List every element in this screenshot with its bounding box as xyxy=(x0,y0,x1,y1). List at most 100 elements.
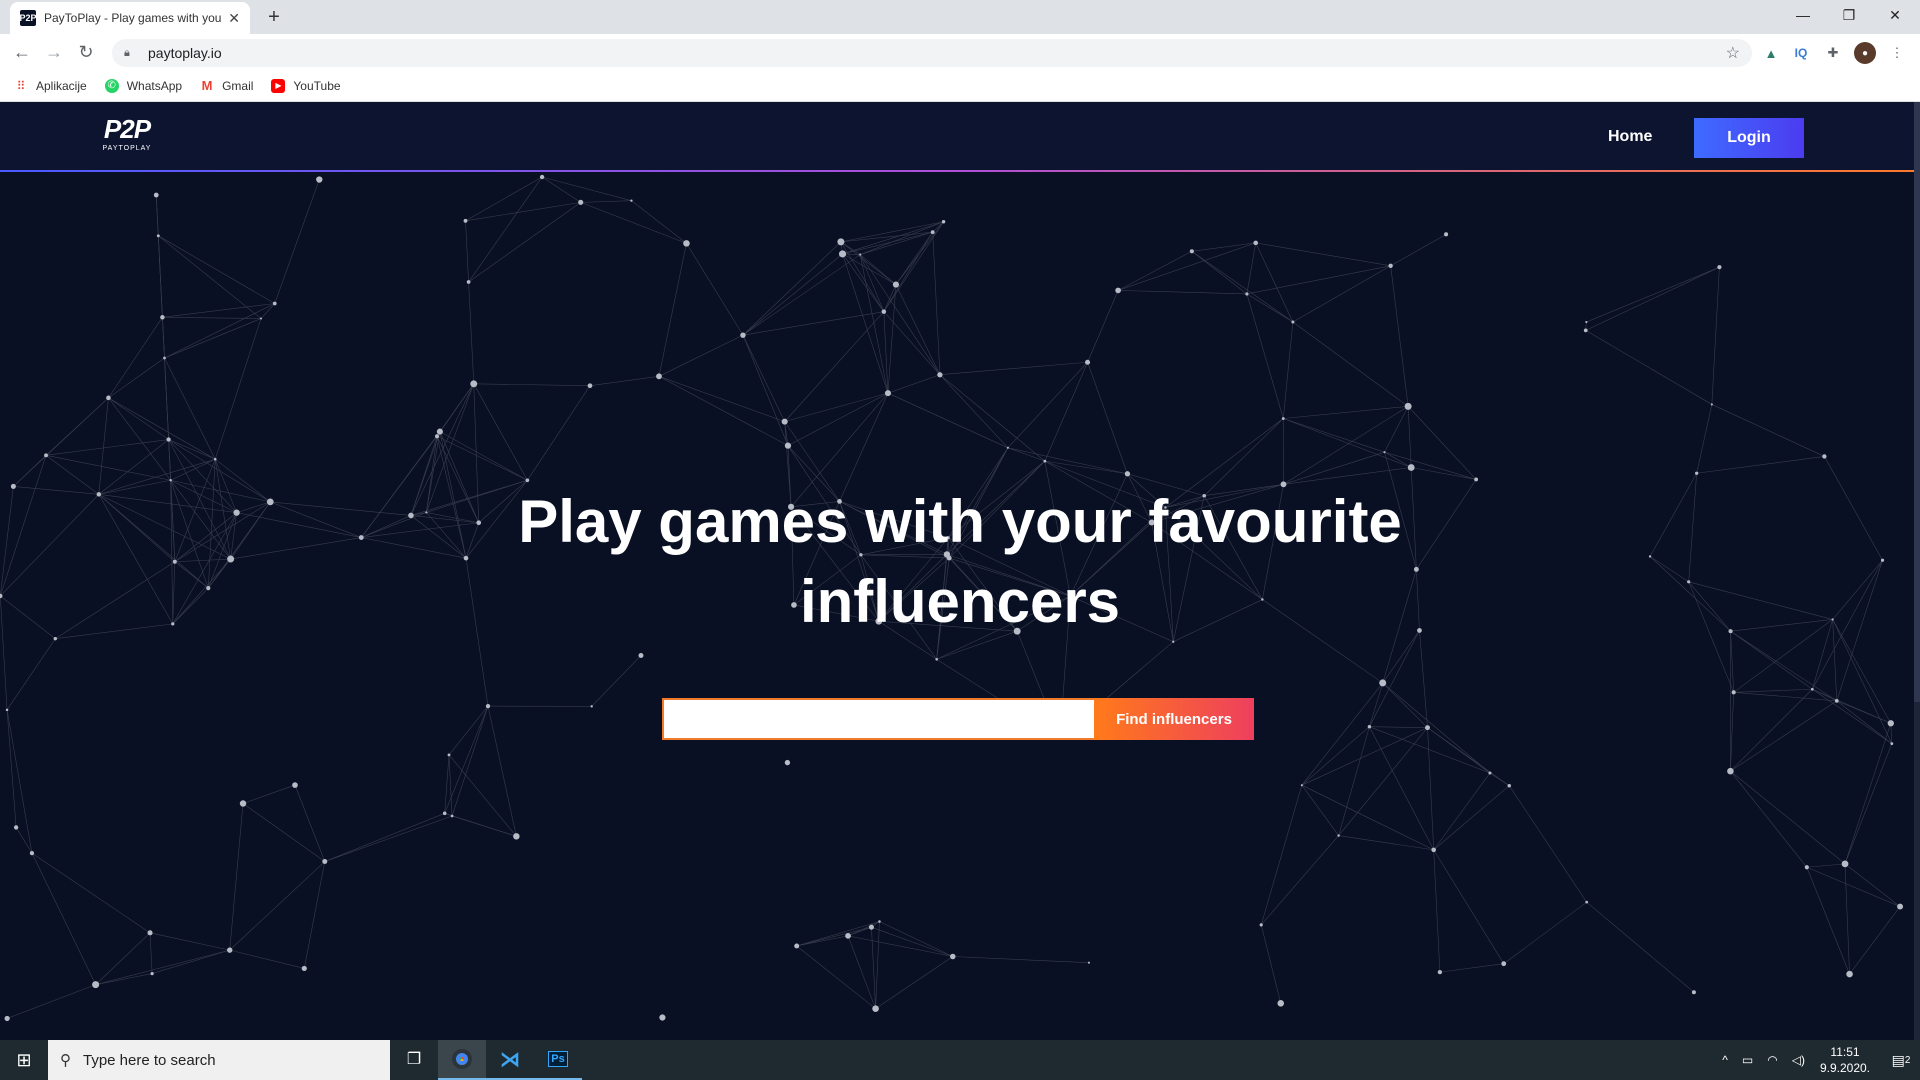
website-viewport: P2P PAYTOPLAY Home Login Play games with… xyxy=(0,102,1920,1040)
network-line xyxy=(31,852,96,985)
taskbar-search-box[interactable]: ⚲ Type here to search xyxy=(48,1040,390,1080)
network-line xyxy=(108,357,165,399)
network-node xyxy=(781,418,788,425)
bookmark-youtube[interactable]: ▶ YouTube xyxy=(271,78,341,93)
network-node xyxy=(794,943,800,949)
network-line xyxy=(260,303,275,319)
network-line xyxy=(1433,772,1491,851)
login-button[interactable]: Login xyxy=(1694,118,1804,158)
network-line xyxy=(468,281,475,384)
network-line xyxy=(1191,251,1294,323)
network-line xyxy=(932,232,941,375)
network-node xyxy=(450,814,454,818)
volume-icon[interactable]: ◁) xyxy=(1792,1053,1805,1067)
bookmark-apps[interactable]: ⠿ Aplikacije xyxy=(14,79,87,93)
network-node xyxy=(838,250,847,258)
tray-chevron-up-icon[interactable]: ^ xyxy=(1722,1053,1728,1067)
network-node xyxy=(1810,687,1814,691)
page-scrollbar[interactable] xyxy=(1914,102,1920,1040)
network-line xyxy=(1585,266,1720,331)
network-line xyxy=(164,318,262,359)
close-window-button[interactable]: ✕ xyxy=(1872,0,1918,30)
bookmark-gmail[interactable]: M Gmail xyxy=(200,78,254,93)
network-node xyxy=(1585,320,1588,324)
wifi-icon[interactable]: ◠ xyxy=(1767,1053,1777,1067)
extension-iq-icon[interactable]: IQ xyxy=(1790,42,1812,64)
star-bookmark-icon[interactable]: ☆ xyxy=(1726,43,1740,63)
back-arrow-icon[interactable]: ← xyxy=(10,40,34,64)
network-line xyxy=(1427,727,1491,774)
network-line xyxy=(1246,242,1257,295)
reload-icon[interactable]: ↻ xyxy=(74,40,98,64)
network-node xyxy=(837,238,845,246)
network-node xyxy=(881,309,887,314)
task-view-icon[interactable]: ❐ xyxy=(390,1040,438,1080)
network-node xyxy=(878,920,881,923)
logo-wordmark: PAYTOPLAY xyxy=(102,145,152,152)
logo-mark: P2P xyxy=(103,114,151,144)
network-line xyxy=(952,956,1089,964)
hero-section: Play games with your favourite influence… xyxy=(0,482,1920,642)
network-node xyxy=(1253,240,1259,246)
network-line xyxy=(1586,266,1720,323)
network-line xyxy=(1489,772,1510,786)
find-influencers-button[interactable]: Find influencers xyxy=(1094,698,1254,740)
bookmark-label: WhatsApp xyxy=(126,78,183,93)
network-line xyxy=(842,253,897,285)
nav-home-link[interactable]: Home xyxy=(1608,128,1652,146)
chrome-taskbar-icon[interactable] xyxy=(438,1040,486,1080)
network-node xyxy=(1474,477,1479,482)
new-tab-button[interactable]: + xyxy=(262,5,286,29)
scrollbar-thumb[interactable] xyxy=(1914,102,1920,702)
network-node xyxy=(1388,263,1393,268)
extension-triangle-icon[interactable]: ▲ xyxy=(1760,42,1782,64)
network-node xyxy=(1501,961,1507,967)
network-line xyxy=(840,241,885,312)
network-line xyxy=(1384,451,1477,480)
bookmark-whatsapp[interactable]: ✆ WhatsApp xyxy=(104,78,183,93)
network-line xyxy=(473,383,528,481)
restore-button[interactable]: ❐ xyxy=(1826,0,1872,30)
network-line xyxy=(1283,406,1409,485)
network-node xyxy=(1890,742,1894,746)
network-line xyxy=(1585,330,1712,405)
network-line xyxy=(1812,688,1892,744)
browser-menu-icon[interactable]: ⋮ xyxy=(1886,42,1908,64)
url-bar[interactable]: 🔒︎ paytoplay.io ☆ xyxy=(112,39,1752,67)
influencer-search-input[interactable] xyxy=(662,698,1094,740)
network-line xyxy=(1255,242,1391,267)
network-line xyxy=(1844,723,1892,864)
network-node xyxy=(485,703,491,709)
extensions-puzzle-icon[interactable]: ✚ xyxy=(1822,42,1844,64)
minimize-button[interactable]: — xyxy=(1780,0,1826,30)
network-line xyxy=(1696,456,1825,474)
paytoplay-logo[interactable]: P2P PAYTOPLAY xyxy=(96,114,158,164)
tab-close-icon[interactable]: ✕ xyxy=(228,10,240,27)
network-line xyxy=(847,921,880,937)
browser-tab-active[interactable]: P2P PayToPlay - Play games with your fav… xyxy=(10,2,250,34)
network-line xyxy=(6,709,17,828)
windows-start-icon[interactable]: ⊞ xyxy=(0,1040,48,1080)
network-line xyxy=(95,973,153,985)
network-line xyxy=(1382,682,1428,728)
network-node xyxy=(1189,249,1194,254)
network-line xyxy=(883,231,933,312)
network-node xyxy=(1337,834,1340,837)
network-line xyxy=(162,303,275,318)
url-text: paytoplay.io xyxy=(148,45,222,61)
network-line xyxy=(465,202,581,222)
network-line xyxy=(883,311,889,394)
taskbar-clock[interactable]: 11:51 9.9.2020. xyxy=(1820,1044,1870,1076)
network-line xyxy=(242,803,325,862)
photoshop-taskbar-icon[interactable]: Ps xyxy=(534,1040,582,1080)
forward-arrow-icon[interactable]: → xyxy=(42,40,66,64)
network-line xyxy=(6,709,33,854)
network-line xyxy=(1260,785,1303,925)
battery-icon[interactable]: ▭ xyxy=(1742,1053,1753,1067)
notification-center-icon[interactable]: ▤ 2 xyxy=(1882,1040,1920,1080)
network-line xyxy=(1369,726,1428,728)
network-line xyxy=(1586,901,1695,993)
vscode-taskbar-icon[interactable]: ⋊ xyxy=(486,1040,534,1080)
clock-date: 9.9.2020. xyxy=(1819,1061,1870,1075)
profile-avatar[interactable]: ● xyxy=(1854,42,1876,64)
